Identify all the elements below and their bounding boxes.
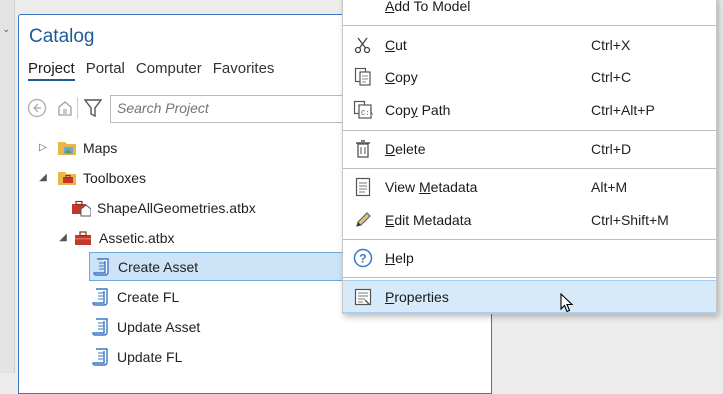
back-arrow-icon [27, 98, 47, 118]
home-button[interactable] [54, 95, 76, 121]
shortcut-label: Ctrl+C [591, 69, 632, 85]
tree-item-update-fl[interactable]: Update FL [19, 342, 563, 371]
menu-item-view-metadata[interactable]: View Metadata Alt+M [343, 172, 716, 202]
menu-item-label: Copy Path [385, 102, 451, 118]
script-tool-icon [91, 317, 111, 337]
menu-separator [343, 25, 716, 26]
tab-computer[interactable]: Computer [136, 60, 202, 81]
menu-item-label: Properties [385, 288, 449, 305]
tree-item-label: ShapeAllGeometries.atbx [97, 199, 256, 216]
menu-item-copy-path[interactable]: C:\ Copy Path Ctrl+Alt+P [343, 95, 716, 125]
pencil-icon [343, 211, 383, 229]
view-metadata-icon [343, 177, 383, 197]
home-icon [58, 101, 72, 116]
trash-icon [343, 140, 383, 158]
menu-item-label: Add To Model [385, 0, 471, 14]
chevron-down-icon[interactable]: ⌄ [2, 24, 10, 35]
copy-path-icon: C:\ [343, 100, 383, 120]
maps-folder-icon [57, 138, 77, 158]
shortcut-label: Alt+M [591, 179, 628, 195]
tree-item-label: Create FL [117, 288, 180, 305]
back-button[interactable] [26, 95, 48, 121]
filter-icon [83, 99, 103, 118]
script-tool-icon [91, 287, 111, 307]
collapse-arrow-icon[interactable]: ◢ [57, 232, 69, 243]
tree-item-label: Maps [83, 139, 118, 156]
toolbox-home-icon [71, 198, 91, 218]
tab-favorites[interactable]: Favorites [213, 60, 275, 81]
menu-item-label: View Metadata [385, 179, 478, 195]
shortcut-label: Ctrl+Shift+M [591, 212, 669, 228]
menu-item-label: Delete [385, 141, 426, 157]
expand-arrow-icon[interactable]: ▷ [37, 142, 49, 153]
menu-separator [343, 168, 716, 169]
tree-item-update-asset[interactable]: Update Asset [19, 312, 563, 341]
tree-item-label: Update Asset [117, 318, 201, 335]
menu-item-delete[interactable]: Delete Ctrl+D [343, 134, 716, 164]
properties-icon [343, 288, 383, 306]
menu-separator [343, 239, 716, 240]
left-gutter: ⌄ [0, 0, 15, 373]
menu-item-add-to-model[interactable]: Add To Model [343, 0, 716, 21]
menu-item-label: Copy [385, 69, 418, 85]
menu-separator [343, 130, 716, 131]
collapse-arrow-icon[interactable]: ◢ [37, 172, 49, 183]
menu-item-copy[interactable]: Copy Ctrl+C [343, 62, 716, 92]
shortcut-label: Ctrl+Alt+P [591, 102, 655, 118]
catalog-tabs: Project Portal Computer Favorites [28, 60, 285, 81]
tab-project[interactable]: Project [28, 60, 75, 81]
context-menu: Add To Model Cut Ctrl+X Copy Ctrl+C C:\ … [342, 0, 717, 314]
shortcut-label: Ctrl+D [591, 141, 632, 157]
tab-portal[interactable]: Portal [86, 60, 125, 81]
menu-item-help[interactable]: ? Help [343, 243, 716, 273]
scissors-icon [343, 36, 383, 54]
tree-item-label: Toolboxes [83, 169, 147, 186]
svg-text:C:\: C:\ [361, 110, 373, 118]
tree-item-label: Update FL [117, 348, 183, 365]
help-icon: ? [343, 248, 383, 268]
tree-item-label: Create Asset [118, 258, 199, 275]
mouse-pointer-icon [560, 293, 574, 313]
toolboxes-folder-icon [57, 168, 77, 188]
toolbox-icon [73, 228, 93, 248]
svg-text:?: ? [359, 252, 366, 266]
filter-button[interactable] [82, 95, 104, 121]
shortcut-label: Ctrl+X [591, 37, 631, 53]
script-tool-icon [92, 257, 112, 277]
menu-separator [343, 277, 716, 278]
menu-item-properties[interactable]: Properties [343, 280, 716, 313]
toolbar-divider [77, 97, 78, 119]
menu-item-label: Cut [385, 37, 407, 53]
menu-item-edit-metadata[interactable]: Edit Metadata Ctrl+Shift+M [343, 205, 716, 235]
pane-title: Catalog [29, 26, 95, 47]
tree-item-label: Assetic.atbx [99, 229, 175, 246]
menu-item-cut[interactable]: Cut Ctrl+X [343, 30, 716, 60]
copy-icon [343, 67, 383, 87]
menu-item-label: Edit Metadata [385, 212, 472, 228]
script-tool-icon [91, 347, 111, 367]
menu-item-label: Help [385, 250, 414, 266]
